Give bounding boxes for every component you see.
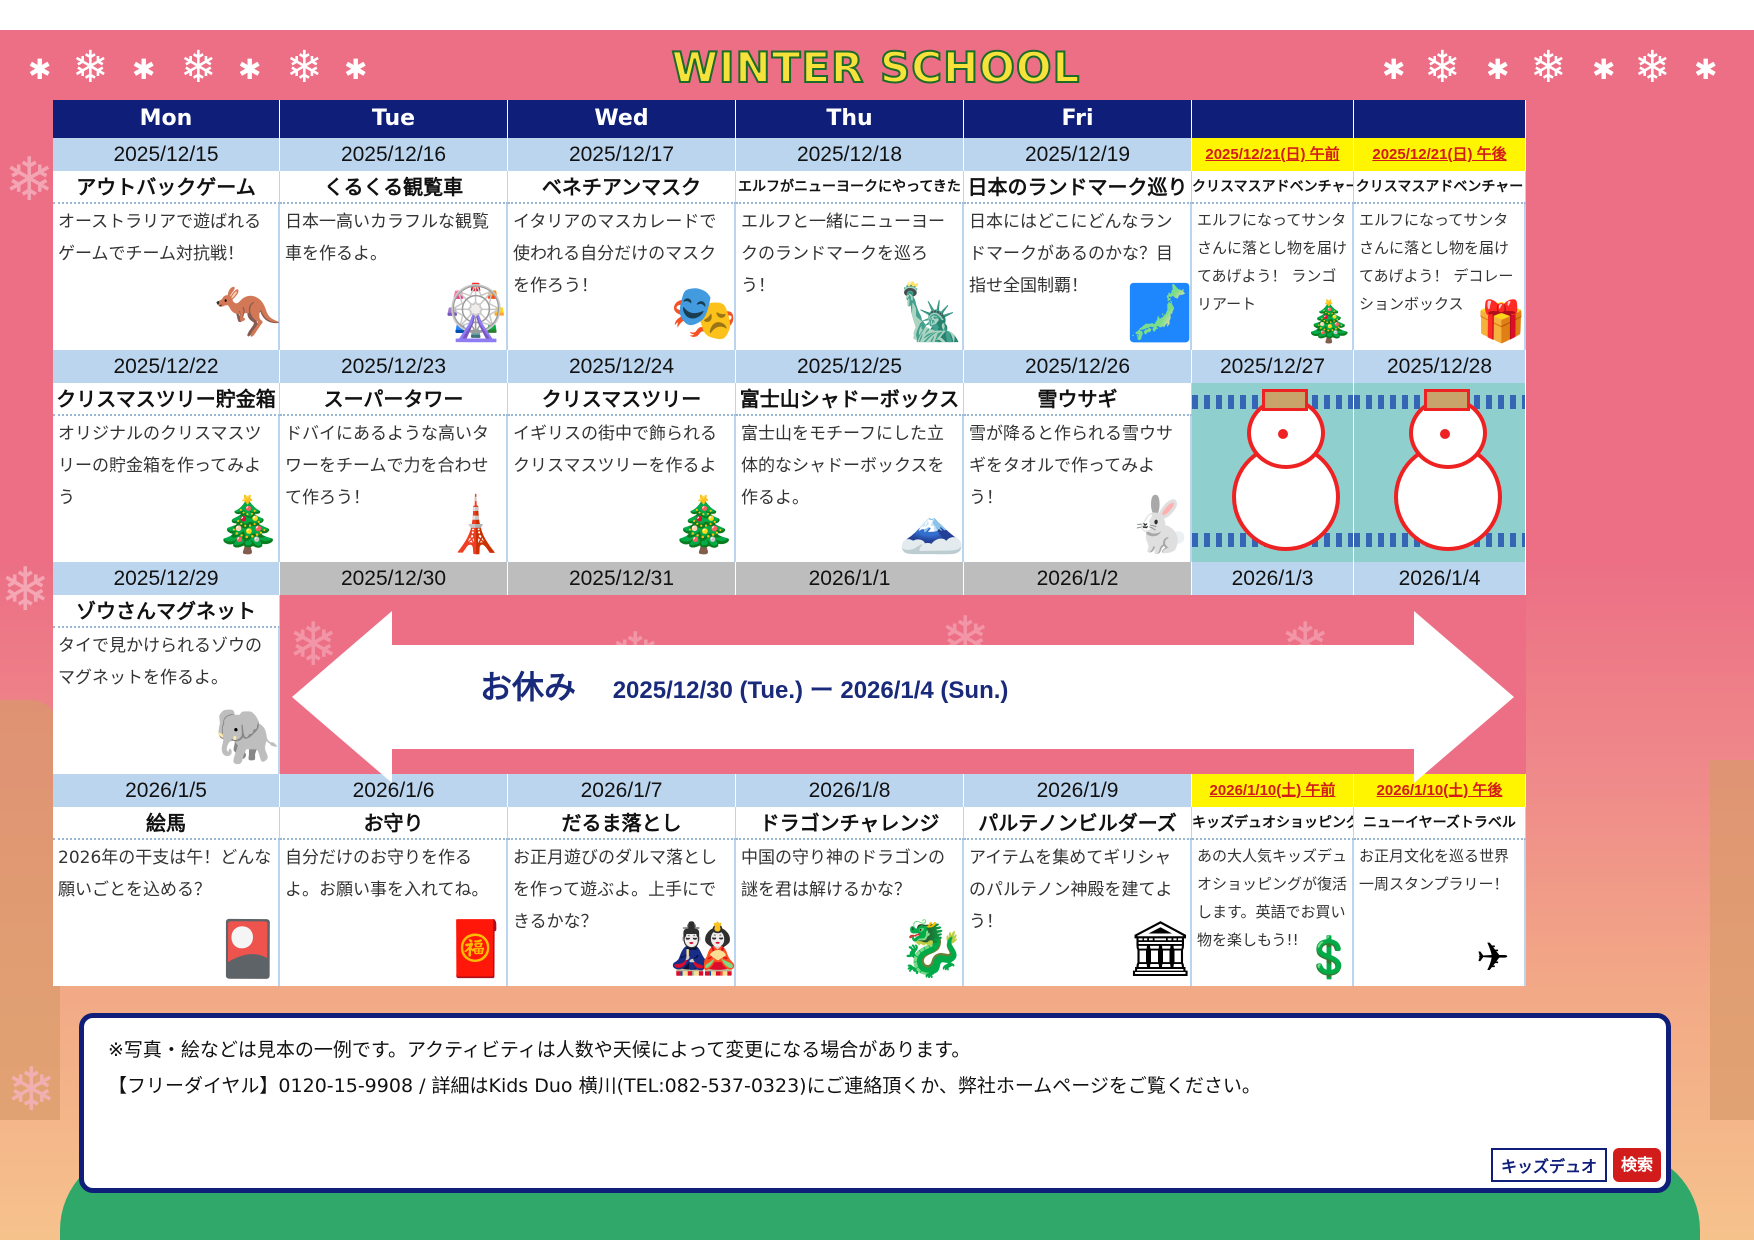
date-cell: 2025/12/24	[508, 350, 736, 383]
day-header	[1192, 100, 1354, 138]
activity-title: エルフがニューヨークにやってきた	[736, 171, 964, 204]
activity-title: 絵馬	[53, 807, 280, 840]
activity-title: 富士山シャドーボックス	[736, 383, 964, 416]
activity-title: だるま落とし	[508, 807, 736, 840]
day-header: Fri	[964, 100, 1192, 138]
activity-title: パルテノンビルダーズ	[964, 807, 1192, 840]
activity-title: アウトバックゲーム	[53, 171, 280, 204]
snowflake-icon: ❄	[286, 42, 323, 93]
holiday-range: 2025/12/30 (Tue.) ー 2026/1/4 (Sun.)	[612, 677, 1009, 704]
date-cell: 2025/12/23	[280, 350, 508, 383]
date-cell: 2025/12/25	[736, 350, 964, 383]
date-cell: 2025/12/21(日) 午前	[1192, 138, 1354, 171]
activity-title: クリスマスアドベンチャー	[1192, 171, 1354, 204]
date-cell: 2026/1/7	[508, 774, 736, 807]
activity-title: スーパータワー	[280, 383, 508, 416]
date-cell: 2026/1/2	[964, 562, 1192, 595]
holiday-label: お休み	[480, 668, 577, 706]
activity-title: 日本のランドマーク巡り	[964, 171, 1192, 204]
snowman-image	[1192, 383, 1354, 562]
notice-line-1: ※写真・絵などは見本の一例です。アクティビティは人数や天候によって変更になる場合…	[108, 1039, 971, 1061]
snowflake-icon: ❄	[1634, 42, 1671, 93]
activity-title: ドラゴンチャレンジ	[736, 807, 964, 840]
activity-title: ゾウさんマグネット	[53, 595, 280, 628]
day-header	[1354, 100, 1526, 138]
date-cell: 2025/12/21(日) 午後	[1354, 138, 1526, 171]
page-title: WINTER SCHOOL 2025	[656, 42, 1096, 142]
star-icon: ✱	[28, 53, 52, 86]
day-header: Wed	[508, 100, 736, 138]
title-text: WINTER SCHOOL	[671, 42, 1081, 93]
snowman-image	[1354, 383, 1526, 562]
snowflake-icon: ❄	[1424, 42, 1461, 93]
snowman-hat	[1424, 389, 1470, 411]
activity-title: お守り	[280, 807, 508, 840]
activity-title: くるくる観覧車	[280, 171, 508, 204]
building-right-decoration	[1710, 760, 1754, 1120]
top-margin	[0, 0, 1754, 30]
date-cell: 2026/1/3	[1192, 562, 1354, 595]
date-cell: 2025/12/29	[53, 562, 280, 595]
date-cell: 2025/12/30	[280, 562, 508, 595]
activity-title: キッズデュオショッピング	[1192, 807, 1354, 840]
date-cell: 2025/12/16	[280, 138, 508, 171]
arrow-left-icon	[292, 611, 392, 783]
date-cell: 2026/1/10(土) 午前	[1192, 774, 1354, 807]
snowflake-icon: ❄	[4, 145, 55, 215]
date-cell: 2025/12/17	[508, 138, 736, 171]
activity-title: 雪ウサギ	[964, 383, 1192, 416]
page: ✱ ❄ ✱ ❄ ✱ ❄ ✱ ✱ ❄ ✱ ❄ ✱ ❄ ✱ ❄ ❄ ❄ WINTER…	[0, 0, 1754, 1240]
star-icon: ✱	[1694, 53, 1718, 86]
activity-title: クリスマスツリー	[508, 383, 736, 416]
airplane-icon: ✈	[1476, 935, 1510, 981]
snowman-nose	[1278, 429, 1288, 439]
activity-title: クリスマスツリー貯金箱	[53, 383, 280, 416]
activity-title: ベネチアンマスク	[508, 171, 736, 204]
activity-title: クリスマスアドベンチャー	[1354, 171, 1526, 204]
arrow-right-icon	[1414, 611, 1514, 783]
date-cell: 2025/12/15	[53, 138, 280, 171]
date-cell: 2026/1/4	[1354, 562, 1526, 595]
date-cell: 2025/12/26	[964, 350, 1192, 383]
date-cell: 2025/12/27	[1192, 350, 1354, 383]
date-cell: 2026/1/8	[736, 774, 964, 807]
snowflake-icon: ❄	[180, 42, 217, 93]
star-icon: ✱	[344, 53, 368, 86]
star-icon: ✱	[1382, 53, 1406, 86]
star-icon: ✱	[1592, 53, 1616, 86]
date-cell: 2025/12/22	[53, 350, 280, 383]
snowflake-icon: ❄	[1530, 42, 1567, 93]
holiday-banner: ❄ ❄ ❄ ❄ お休み 2025/12/30 (Tue.) ー 2026/1/4…	[280, 595, 1526, 783]
snowflake-icon: ❄	[0, 555, 51, 625]
day-header: Thu	[736, 100, 964, 138]
snowflake-icon: ❄	[72, 42, 109, 93]
notice-line-2: 【フリーダイヤル】0120-15-9908 / 詳細はKids Duo 横川(T…	[108, 1075, 1261, 1097]
holiday-text: お休み 2025/12/30 (Tue.) ー 2026/1/4 (Sun.)	[480, 657, 1380, 717]
day-header: Mon	[53, 100, 280, 138]
activity-title: ニューイヤーズトラベル	[1354, 807, 1526, 840]
date-cell: 2025/12/28	[1354, 350, 1526, 383]
search-widget: キッズデュオ 検索	[1491, 1148, 1662, 1182]
notice-box: ※写真・絵などは見本の一例です。アクティビティは人数や天候によって変更になる場合…	[79, 1013, 1671, 1193]
star-icon: ✱	[1486, 53, 1510, 86]
snowman-nose	[1440, 429, 1450, 439]
star-icon: ✱	[132, 53, 156, 86]
date-cell: 2026/1/9	[964, 774, 1192, 807]
search-button[interactable]: 検索	[1613, 1148, 1662, 1182]
date-cell: 2026/1/1	[736, 562, 964, 595]
search-input[interactable]: キッズデュオ	[1491, 1148, 1608, 1182]
date-cell: 2025/12/18	[736, 138, 964, 171]
date-cell: 2025/12/31	[508, 562, 736, 595]
date-cell: 2026/1/5	[53, 774, 280, 807]
day-header: Tue	[280, 100, 508, 138]
snowman-hat	[1262, 389, 1308, 411]
star-icon: ✱	[238, 53, 262, 86]
date-cell: 2025/12/19	[964, 138, 1192, 171]
snowflake-icon: ❄	[6, 1055, 57, 1125]
calendar-grid: Mon Tue Wed Thu Fri 2025/12/15 2025/12/16 2025/…	[53, 100, 1702, 996]
